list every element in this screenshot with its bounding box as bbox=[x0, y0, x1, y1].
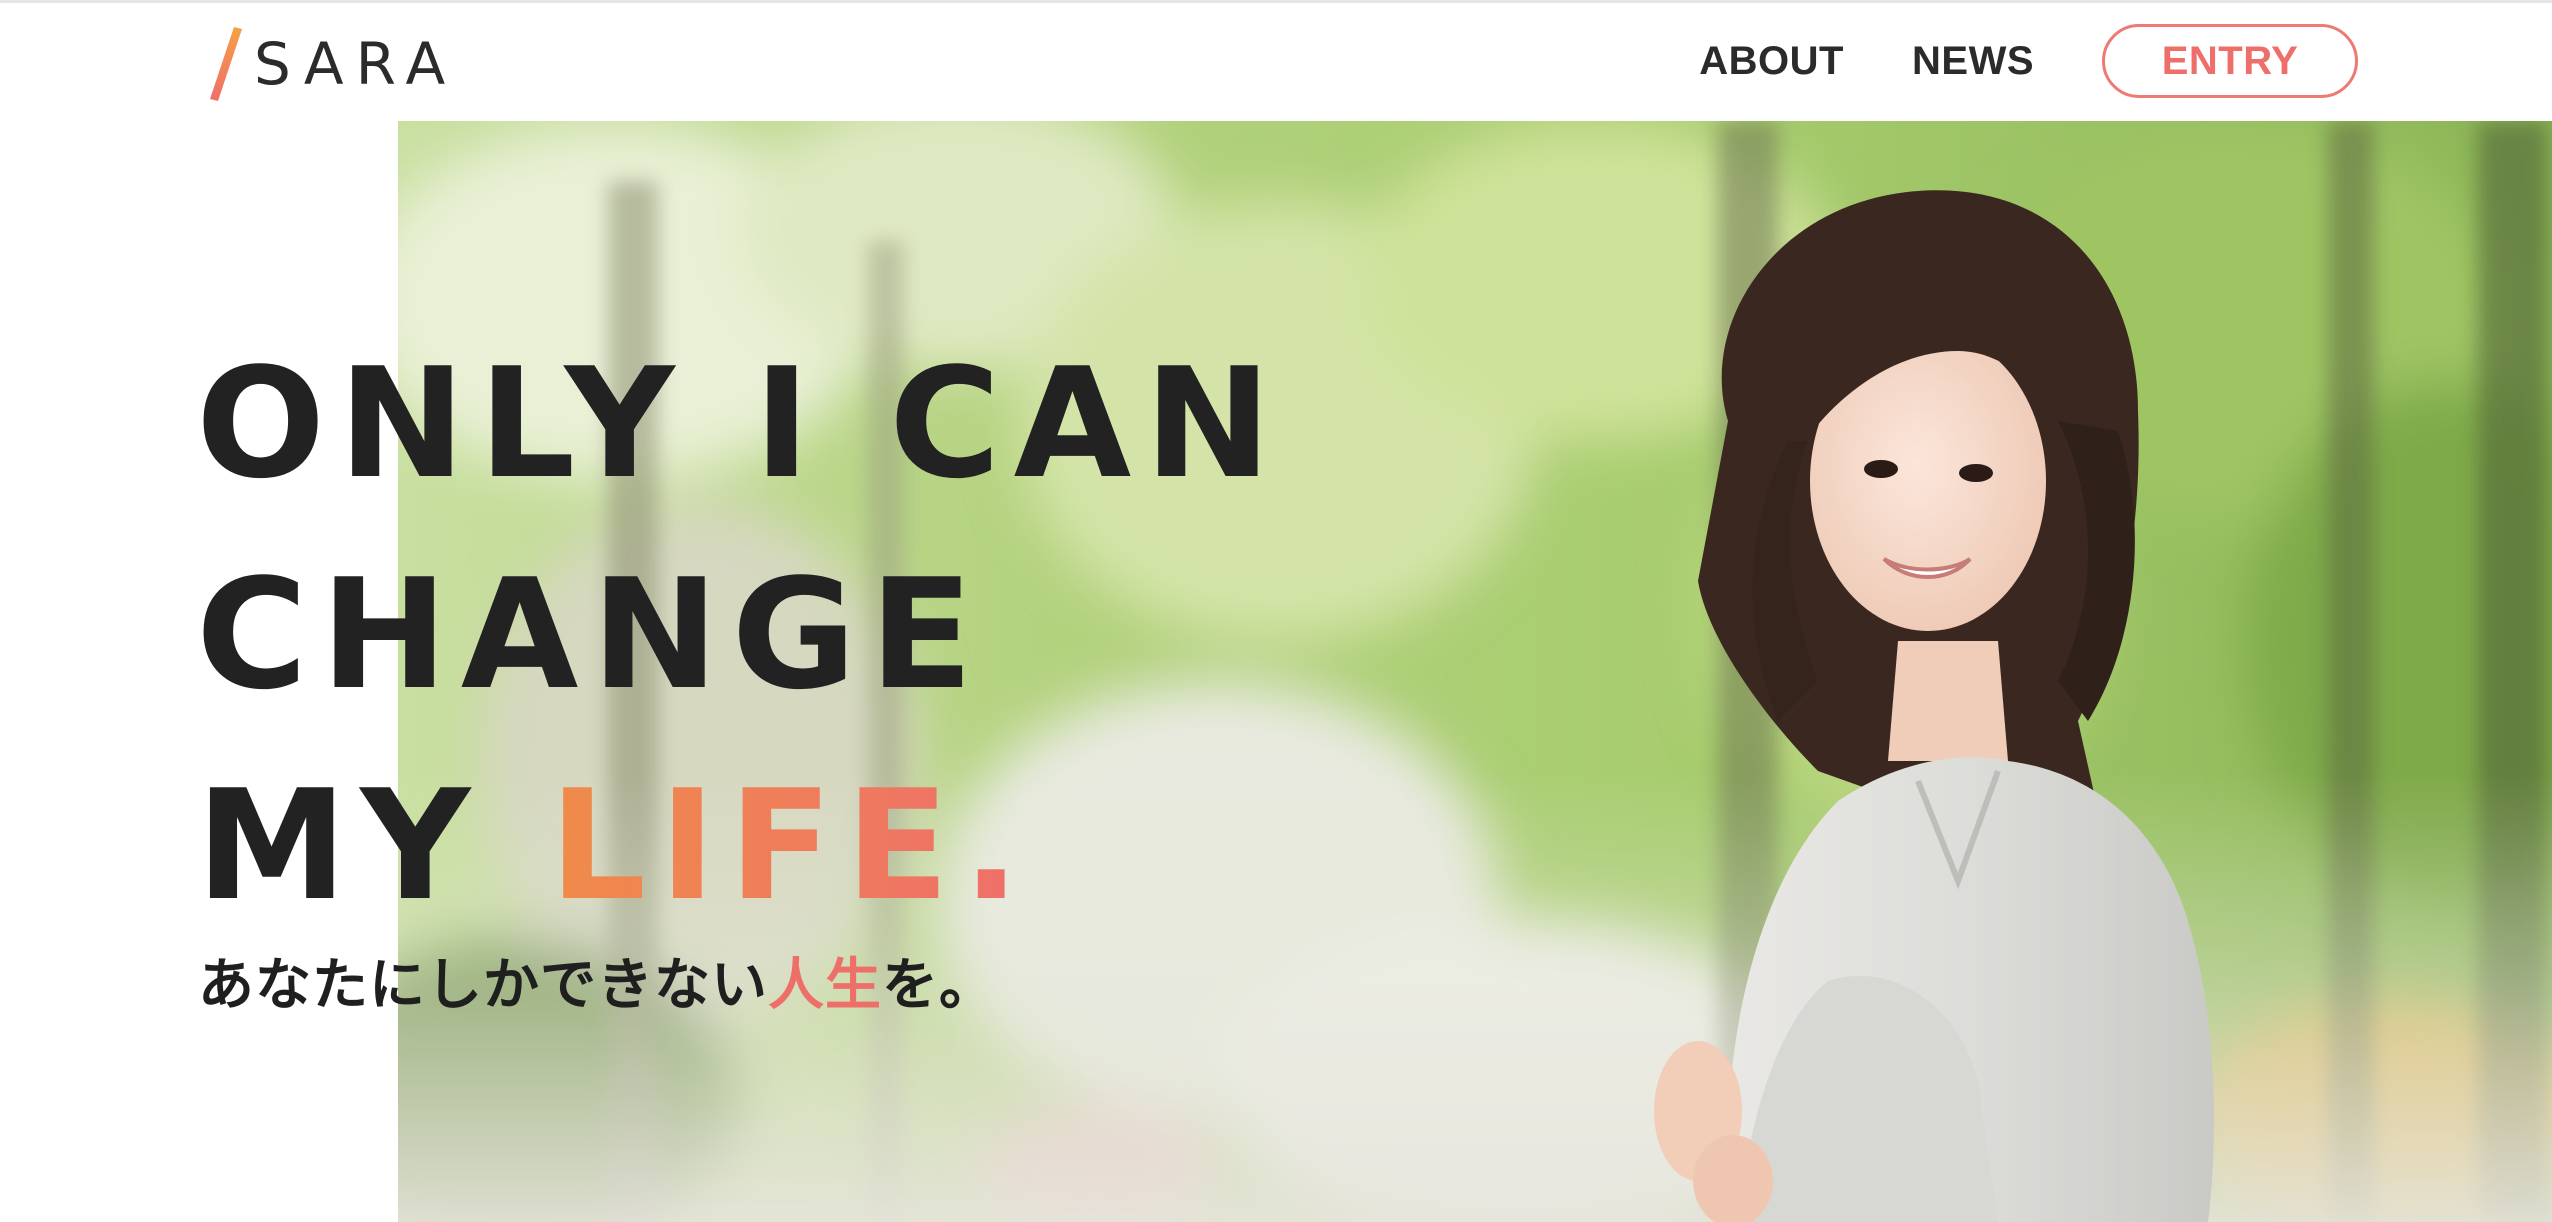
headline-line-1: ONLY I CAN bbox=[196, 335, 1285, 512]
site-header: SARA ABOUT NEWS ENTRY bbox=[0, 3, 2552, 121]
main-nav: ABOUT NEWS ENTRY bbox=[1699, 22, 2358, 100]
hero-headline: ONLY I CAN CHANGE MY LIFE. bbox=[196, 318, 1284, 951]
subline-prefix: あなたにしかできない bbox=[198, 953, 768, 1018]
subline-accent: 人生 bbox=[768, 953, 882, 1018]
landing-page: SARA ABOUT NEWS ENTRY ONLY I CAN CHANGE … bbox=[0, 0, 2552, 1222]
entry-button[interactable]: ENTRY bbox=[2102, 24, 2358, 98]
brand-name: SARA bbox=[254, 30, 458, 98]
headline-line-3-prefix: MY bbox=[196, 757, 550, 934]
headline-line-3: MY LIFE. bbox=[196, 740, 1284, 951]
brand-logo[interactable]: SARA bbox=[196, 23, 457, 105]
headline-line-2: CHANGE bbox=[196, 546, 987, 723]
subline-suffix: を。 bbox=[882, 953, 996, 1018]
hero-subline: あなたにしかできない人生を。 bbox=[198, 940, 996, 1021]
nav-link-news[interactable]: NEWS bbox=[1912, 39, 2034, 84]
logo-slash-icon bbox=[210, 27, 242, 101]
headline-accent-life: LIFE. bbox=[549, 757, 1034, 934]
nav-link-about[interactable]: ABOUT bbox=[1699, 39, 1844, 84]
